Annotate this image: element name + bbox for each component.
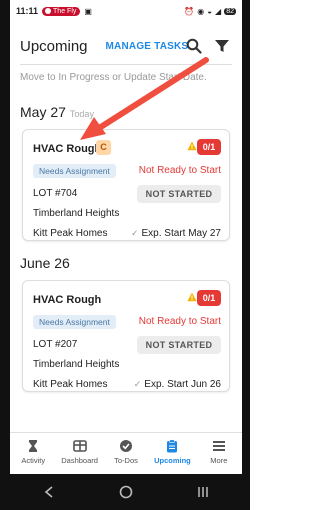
nav-upcoming[interactable]: Upcoming bbox=[149, 433, 195, 474]
expected-start: ✓ Exp. Start May 27 bbox=[131, 228, 221, 239]
notification-badge-label: The Fly bbox=[53, 7, 77, 15]
clipboard-icon bbox=[167, 439, 178, 453]
page-header: Upcoming MANAGE TASKS bbox=[10, 30, 242, 62]
expected-start-text: Exp. Start Jun 26 bbox=[144, 379, 221, 390]
nav-dashboard[interactable]: Dashboard bbox=[56, 433, 102, 474]
task-card[interactable]: HVAC Rough 0/1 Needs Assignment Not Read… bbox=[22, 280, 230, 392]
check-icon: ✓ bbox=[133, 379, 142, 389]
nav-activity[interactable]: Activity bbox=[10, 433, 56, 474]
community-name: Timberland Heights bbox=[33, 208, 120, 219]
device-bezel-left bbox=[0, 0, 10, 510]
builder-name: Kitt Peak Homes bbox=[33, 228, 108, 239]
task-card[interactable]: HVAC Rough C 0/1 Needs Assignment Not Re… bbox=[22, 129, 230, 241]
recents-button[interactable] bbox=[193, 482, 213, 502]
community-name: Timberland Heights bbox=[33, 359, 120, 370]
filter-icon[interactable] bbox=[214, 38, 230, 54]
date-section-header: June 26 bbox=[20, 255, 70, 271]
warning-icon bbox=[187, 141, 197, 151]
page-title: Upcoming bbox=[20, 37, 88, 55]
needs-assignment-tag[interactable]: Needs Assignment bbox=[33, 315, 116, 329]
status-bar: 11:11 The Fly ▣ ⏰ ◉ ◒ ◢ 82 bbox=[10, 0, 242, 22]
menu-icon bbox=[212, 441, 225, 451]
assignment-count-badge: 0/1 bbox=[197, 139, 221, 155]
task-title: HVAC Rough bbox=[33, 143, 102, 155]
lot-number: LOT #207 bbox=[33, 339, 78, 350]
nav-label: More bbox=[210, 456, 228, 465]
readiness-status: Not Ready to Start bbox=[138, 165, 221, 176]
wifi-icon: ◒ bbox=[207, 6, 213, 16]
task-status-button[interactable]: NOT STARTED bbox=[137, 185, 221, 203]
search-icon[interactable] bbox=[186, 38, 202, 54]
section-sub-label: Today bbox=[69, 109, 94, 119]
bottom-navigation: Activity Dashboard To-Dos Upcoming More bbox=[10, 432, 242, 474]
manage-tasks-button[interactable]: MANAGE TASKS bbox=[106, 41, 189, 52]
expected-start-text: Exp. Start May 27 bbox=[141, 228, 221, 239]
alarm-icon: ⏰ bbox=[184, 6, 195, 16]
status-time: 11:11 bbox=[16, 6, 39, 16]
nav-label: Activity bbox=[21, 456, 46, 465]
recents-icon bbox=[198, 487, 209, 497]
battery-indicator: 82 bbox=[224, 7, 236, 15]
app-frame: 11:11 The Fly ▣ ⏰ ◉ ◒ ◢ 82 Upcoming MANA… bbox=[0, 0, 250, 510]
nav-label: Upcoming bbox=[154, 456, 191, 465]
section-date: June 26 bbox=[20, 255, 70, 271]
status-icons: ⏰ ◉ ◒ ◢ 82 bbox=[184, 7, 236, 16]
phone-screen: 11:11 The Fly ▣ ⏰ ◉ ◒ ◢ 82 Upcoming MANA… bbox=[10, 0, 242, 510]
expected-start: ✓ Exp. Start Jun 26 bbox=[134, 379, 221, 390]
header-divider bbox=[20, 64, 232, 65]
readiness-status: Not Ready to Start bbox=[138, 316, 221, 327]
home-circle-icon bbox=[119, 485, 133, 499]
section-date: May 27 bbox=[20, 104, 66, 120]
device-bezel-right bbox=[242, 0, 250, 510]
needs-assignment-tag[interactable]: Needs Assignment bbox=[33, 164, 116, 178]
hourglass-icon bbox=[29, 440, 38, 452]
chevron-left-icon bbox=[44, 486, 53, 498]
check-circle-icon bbox=[120, 440, 133, 452]
task-grade-badge: C bbox=[96, 140, 111, 155]
location-icon: ◉ bbox=[197, 6, 205, 16]
assignment-count-badge: 0/1 bbox=[197, 290, 221, 306]
builder-name: Kitt Peak Homes bbox=[33, 379, 108, 390]
instruction-text: Move to In Progress or Update Start Date… bbox=[20, 72, 207, 83]
task-status-button[interactable]: NOT STARTED bbox=[137, 336, 221, 354]
fly-logo-icon bbox=[45, 8, 52, 14]
task-title: HVAC Rough bbox=[33, 294, 102, 306]
image-notification-icon: ▣ bbox=[84, 6, 92, 16]
notification-badge: The Fly bbox=[42, 6, 81, 16]
system-navigation-bar bbox=[10, 474, 242, 510]
nav-todos[interactable]: To-Dos bbox=[103, 433, 149, 474]
date-section-header: May 27 Today bbox=[20, 104, 94, 120]
nav-label: To-Dos bbox=[114, 456, 138, 465]
warning-icon bbox=[187, 292, 197, 302]
signal-icon: ◢ bbox=[215, 6, 222, 16]
check-icon: ✓ bbox=[130, 228, 139, 238]
home-button[interactable] bbox=[116, 482, 136, 502]
back-button[interactable] bbox=[39, 482, 59, 502]
nav-label: Dashboard bbox=[61, 456, 98, 465]
dashboard-icon bbox=[72, 440, 87, 452]
nav-more[interactable]: More bbox=[196, 433, 242, 474]
lot-number: LOT #704 bbox=[33, 188, 78, 199]
